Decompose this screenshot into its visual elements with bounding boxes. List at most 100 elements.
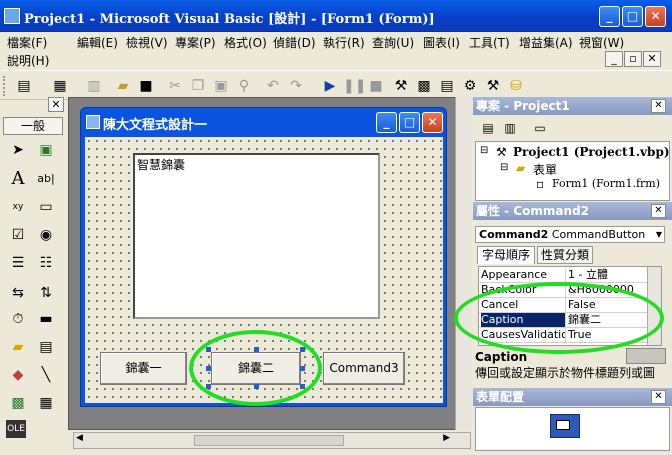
label-tool-icon[interactable]: A bbox=[6, 168, 30, 190]
minimize-button[interactable]: _ bbox=[599, 6, 620, 27]
form-file-icon: ▫ bbox=[536, 177, 545, 191]
menu-diagram[interactable]: 圖表(I) bbox=[423, 34, 460, 51]
image-tool-icon[interactable]: ▩ bbox=[6, 392, 30, 414]
cut-icon[interactable]: ✂ bbox=[165, 76, 185, 96]
menu-view[interactable]: 檢視(V) bbox=[126, 34, 168, 51]
paste-icon[interactable]: ▣ bbox=[211, 76, 231, 96]
ole-tool-icon[interactable]: OLE bbox=[6, 420, 26, 438]
add-form-icon[interactable]: ▦ bbox=[50, 76, 70, 96]
menu-edit[interactable]: 編輯(E) bbox=[77, 34, 118, 51]
tree-form1-item[interactable]: Form1 (Form1.frm) bbox=[552, 177, 660, 190]
object-type: CommandButton bbox=[551, 228, 646, 241]
project-explorer-icon[interactable]: ⚒ bbox=[391, 76, 411, 96]
save-icon[interactable]: ■ bbox=[136, 76, 156, 96]
commandbutton-tool-icon[interactable]: ▭ bbox=[34, 196, 58, 218]
copy-icon[interactable]: ❐ bbox=[188, 76, 208, 96]
textbox-tool-icon[interactable]: ab| bbox=[34, 168, 58, 190]
data-tool-icon[interactable]: ▦ bbox=[34, 392, 58, 414]
form-position-marker[interactable] bbox=[556, 420, 570, 430]
menu-tools[interactable]: 工具(T) bbox=[469, 34, 510, 51]
tree-project-root[interactable]: Project1 (Project1.vbp) bbox=[513, 145, 670, 159]
break-icon[interactable]: ❚❚ bbox=[343, 76, 366, 96]
menu-addins[interactable]: 增益集(A) bbox=[519, 34, 573, 51]
collapse-icon[interactable]: ⊟ bbox=[500, 162, 508, 173]
scroll-left-icon[interactable]: ◀ bbox=[76, 433, 83, 443]
picturebox-tool-icon[interactable]: ▣ bbox=[34, 139, 58, 161]
splitter-handle[interactable] bbox=[626, 348, 666, 364]
drivelistbox-tool-icon[interactable]: ▬ bbox=[34, 308, 58, 330]
tab-categorized[interactable]: 性質分類 bbox=[537, 246, 593, 264]
toolbox-icon[interactable]: ⚒ bbox=[483, 76, 503, 96]
form-icon bbox=[86, 115, 100, 129]
toolbar-grip bbox=[3, 76, 6, 96]
highlight-ring-caption bbox=[454, 282, 664, 354]
frame-tool-icon[interactable]: xy bbox=[6, 196, 30, 218]
object-browser-icon[interactable]: ⚙ bbox=[460, 76, 480, 96]
maximize-button[interactable]: □ bbox=[622, 6, 643, 27]
project-panel-title: 專案 - Project1 bbox=[473, 97, 672, 115]
form-title: 陳大文程式設計一 bbox=[103, 118, 208, 133]
object-combo[interactable]: Command2 CommandButton ▼ bbox=[475, 226, 665, 243]
redo-icon[interactable]: ↷ bbox=[286, 76, 306, 96]
optionbutton-tool-icon[interactable]: ◉ bbox=[34, 224, 58, 246]
properties-window-icon[interactable]: ▩ bbox=[414, 76, 434, 96]
view-code-icon[interactable]: ▤ bbox=[478, 118, 498, 138]
checkbox-tool-icon[interactable]: ☑ bbox=[6, 224, 30, 246]
text1-textbox[interactable]: 智慧錦囊 bbox=[133, 153, 380, 319]
view-object-icon[interactable]: ▥ bbox=[500, 118, 520, 138]
mdi-minimize-button[interactable]: _ bbox=[605, 51, 623, 67]
filelistbox-tool-icon[interactable]: ▤ bbox=[34, 336, 58, 358]
chevron-down-icon[interactable]: ▼ bbox=[656, 227, 662, 242]
toolbox-tab-general[interactable]: 一般 bbox=[3, 117, 63, 135]
mdi-restore-button[interactable]: ▫ bbox=[624, 51, 642, 67]
open-folder-icon[interactable]: ▰ bbox=[113, 76, 133, 96]
add-project-icon[interactable]: ▤ bbox=[14, 76, 34, 96]
command1-button[interactable]: 錦囊一 bbox=[100, 352, 187, 385]
form-minimize-button[interactable]: _ bbox=[376, 112, 397, 133]
scroll-right-icon[interactable]: ▶ bbox=[443, 433, 450, 443]
combobox-tool-icon[interactable]: ☰ bbox=[6, 252, 30, 274]
pointer-tool-icon[interactable]: ➤ bbox=[6, 139, 30, 161]
properties-panel-close-button[interactable]: ✕ bbox=[651, 204, 666, 218]
menu-query[interactable]: 查詢(U) bbox=[372, 34, 414, 51]
data-view-icon[interactable]: ⛁ bbox=[506, 76, 526, 96]
tree-folder-forms[interactable]: 表單 bbox=[533, 161, 557, 178]
menu-editor-icon[interactable]: ▥ bbox=[84, 76, 104, 96]
line-tool-icon[interactable]: ╲ bbox=[34, 364, 58, 386]
layout-panel-close-button[interactable]: ✕ bbox=[651, 390, 666, 404]
toggle-folders-icon[interactable]: ▭ bbox=[530, 118, 550, 138]
close-button[interactable]: ✕ bbox=[645, 6, 666, 27]
property-value[interactable]: 1 - 立體 bbox=[565, 268, 647, 282]
command3-button[interactable]: Command3 bbox=[323, 352, 405, 385]
form-maximize-button[interactable]: □ bbox=[399, 112, 420, 133]
mdi-close-button[interactable]: ✕ bbox=[643, 51, 661, 67]
designer-horizontal-scrollbar[interactable]: ◀ ▶ bbox=[73, 432, 471, 449]
toolbox-close-button[interactable]: ✕ bbox=[48, 97, 64, 112]
menu-format[interactable]: 格式(O) bbox=[224, 34, 267, 51]
form-layout-icon[interactable]: ▤ bbox=[437, 76, 457, 96]
menu-debug[interactable]: 偵錯(D) bbox=[273, 34, 316, 51]
timer-tool-icon[interactable]: ⏱ bbox=[6, 308, 30, 330]
hscrollbar-tool-icon[interactable]: ⇆ bbox=[6, 282, 30, 304]
menu-file[interactable]: 檔案(F) bbox=[7, 34, 47, 51]
dirlistbox-tool-icon[interactable]: ▰ bbox=[6, 336, 30, 358]
designer-vertical-scrollbar[interactable] bbox=[455, 97, 472, 430]
scroll-thumb[interactable] bbox=[194, 435, 344, 446]
tab-alphabetic[interactable]: 字母順序 bbox=[477, 246, 535, 264]
listbox-tool-icon[interactable]: ☷ bbox=[34, 252, 58, 274]
shape-tool-icon[interactable]: ◆ bbox=[6, 364, 30, 386]
property-row[interactable]: Appearance 1 - 立體 bbox=[479, 268, 647, 283]
undo-icon[interactable]: ↶ bbox=[263, 76, 283, 96]
form-close-button[interactable]: ✕ bbox=[422, 112, 443, 133]
vscrollbar-tool-icon[interactable]: ⇅ bbox=[34, 282, 58, 304]
menu-help[interactable]: 說明(H) bbox=[7, 52, 49, 69]
project-panel-close-button[interactable]: ✕ bbox=[651, 99, 666, 113]
collapse-icon[interactable]: ⊟ bbox=[480, 145, 488, 156]
menu-project[interactable]: 專案(P) bbox=[175, 34, 216, 51]
monitor-icon bbox=[550, 414, 580, 438]
start-icon[interactable]: ▶ bbox=[320, 76, 340, 96]
end-icon[interactable]: ■ bbox=[366, 76, 386, 96]
find-icon[interactable]: ⚲ bbox=[234, 76, 254, 96]
menu-run[interactable]: 執行(R) bbox=[323, 34, 365, 51]
menu-window[interactable]: 視窗(W) bbox=[579, 34, 624, 51]
